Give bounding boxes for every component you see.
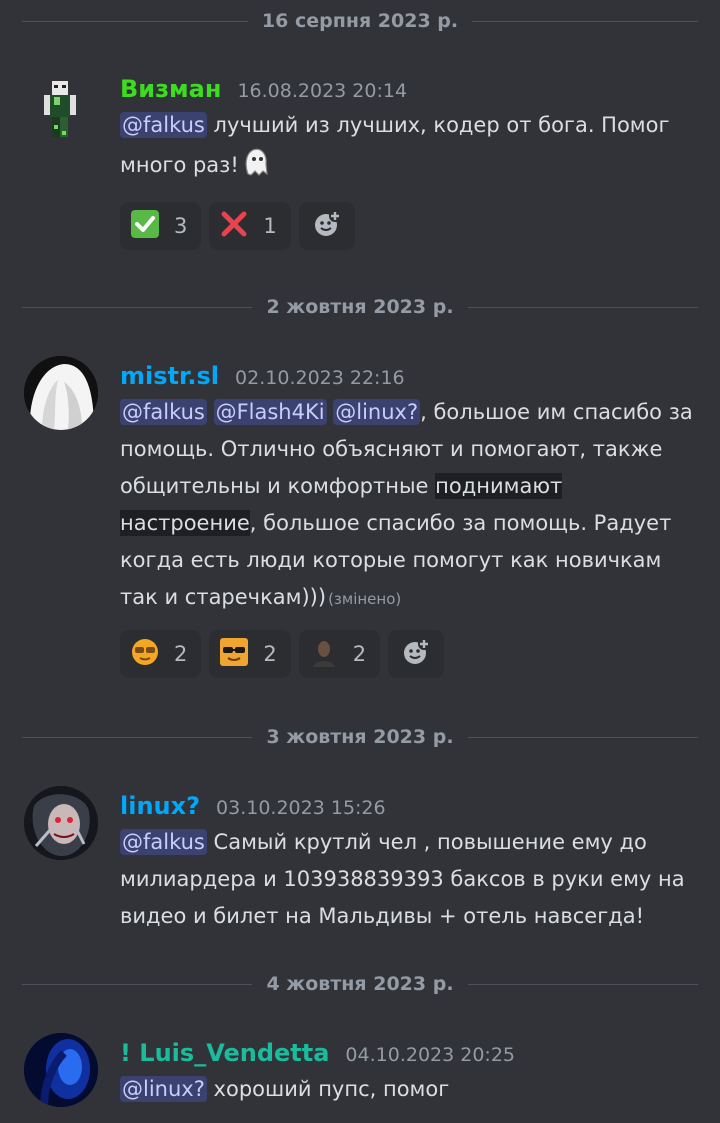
add-reaction-icon <box>312 209 342 244</box>
user-mention[interactable]: @linux? <box>120 1076 207 1102</box>
check-mark-emoji-icon <box>130 209 160 244</box>
date-divider-label: 16 серпня 2023 р. <box>261 10 459 32</box>
message-text: @falkus Самый крутлй чел , повышение ему… <box>120 829 685 928</box>
reaction-button[interactable]: 2 <box>209 630 291 678</box>
date-divider-label: 2 жовтня 2023 р. <box>266 296 454 318</box>
edited-label: (змінено) <box>328 590 402 608</box>
person-emoji-icon <box>308 636 339 672</box>
message-text: @linux? хороший пупс, помог <box>120 1076 450 1102</box>
cool-face-emoji-icon <box>130 637 160 672</box>
author-name[interactable]: mistr.sl <box>120 362 219 390</box>
date-divider-label: 4 жовтня 2023 р. <box>266 973 454 995</box>
add-reaction-button[interactable] <box>388 630 445 678</box>
cross-mark-emoji-icon <box>219 209 249 244</box>
add-reaction-button[interactable] <box>298 202 355 250</box>
timestamp: 04.10.2023 20:25 <box>345 1044 516 1066</box>
reaction-button[interactable]: 2 <box>298 630 381 678</box>
user-mention[interactable]: @falkus <box>120 829 207 855</box>
sunglasses-emoji-icon <box>219 637 249 672</box>
reaction-count: 3 <box>174 214 188 238</box>
date-divider-label: 3 жовтня 2023 р. <box>266 726 454 748</box>
reaction-button[interactable]: 3 <box>120 202 202 250</box>
add-reaction-icon <box>401 637 431 672</box>
date-divider: 2 жовтня 2023 р. <box>22 292 698 322</box>
user-mention[interactable]: @falkus <box>120 399 207 425</box>
message-text: @falkus лучший из лучших, кодер от бога.… <box>120 107 702 190</box>
timestamp: 16.08.2023 20:14 <box>237 80 408 102</box>
timestamp: 02.10.2023 22:16 <box>235 367 405 389</box>
author-name[interactable]: linux? <box>120 792 200 820</box>
avatar[interactable] <box>24 1033 98 1107</box>
user-mention[interactable]: @Flash4Ki <box>213 399 327 425</box>
date-divider: 16 серпня 2023 р. <box>22 6 699 36</box>
avatar[interactable] <box>24 75 98 149</box>
message-text: @falkus @Flash4Ki @linux?, большое им сп… <box>120 399 693 609</box>
ghost-emoji-icon <box>239 144 273 190</box>
avatar[interactable] <box>24 786 98 860</box>
reaction-button[interactable]: 2 <box>120 630 202 678</box>
author-name[interactable]: Визман <box>120 75 221 103</box>
user-mention[interactable]: @linux? <box>333 399 421 425</box>
user-mention[interactable]: @falkus <box>120 112 207 138</box>
reaction-count: 2 <box>174 642 188 666</box>
reaction-count: 2 <box>263 642 277 666</box>
author-name[interactable]: ! Luis_Vendetta <box>120 1039 329 1067</box>
reaction-count: 1 <box>263 214 277 238</box>
date-divider: 4 жовтня 2023 р. <box>22 969 698 999</box>
reaction-count: 2 <box>352 642 367 666</box>
date-divider: 3 жовтня 2023 р. <box>22 722 698 752</box>
timestamp: 03.10.2023 15:26 <box>216 797 386 819</box>
avatar[interactable] <box>24 356 98 430</box>
reaction-button[interactable]: 1 <box>209 202 291 250</box>
